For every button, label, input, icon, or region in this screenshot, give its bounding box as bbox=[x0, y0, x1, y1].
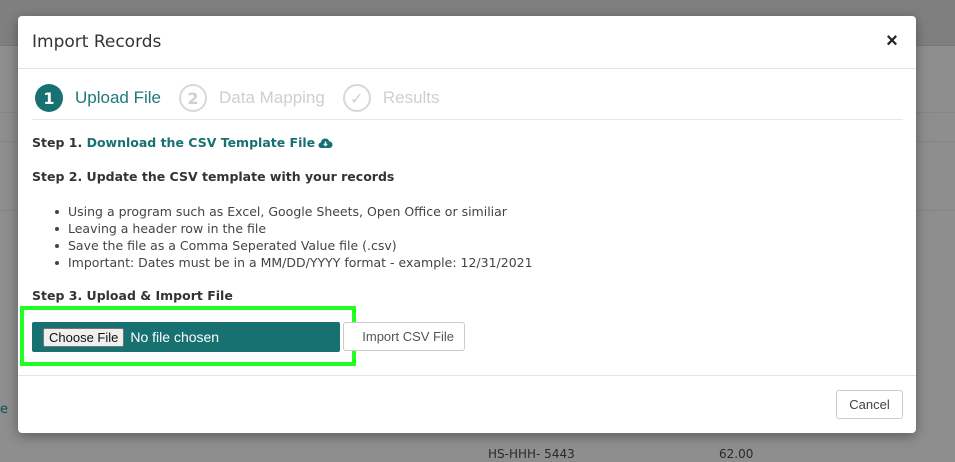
check-icon: ✓ bbox=[342, 84, 371, 112]
background-row-code: HS-HHH- 5443 bbox=[488, 447, 575, 461]
list-item: Leaving a header row in the file bbox=[55, 220, 533, 237]
step-label: Results bbox=[382, 88, 440, 107]
step-upload-file: 1 Upload File bbox=[35, 84, 161, 112]
step-number-badge: 1 bbox=[35, 84, 63, 112]
step2-heading: Step 2. Update the CSV template with you… bbox=[32, 169, 395, 184]
import-csv-button[interactable]: Import CSV File bbox=[343, 322, 465, 351]
modal-title: Import Records bbox=[32, 32, 162, 52]
file-status-text: No file chosen bbox=[130, 329, 220, 345]
cancel-button[interactable]: Cancel bbox=[836, 390, 903, 419]
step-number-badge: 2 bbox=[179, 84, 207, 112]
background-link[interactable]: e bbox=[0, 402, 8, 417]
step-indicator: 1 Upload File 2 Data Mapping ✓ Results bbox=[35, 84, 458, 112]
download-template-link[interactable]: Download the CSV Template File bbox=[87, 135, 334, 150]
step-label: Upload File bbox=[75, 88, 161, 107]
import-records-modal: Import Records × 1 Upload File 2 Data Ma… bbox=[18, 16, 916, 433]
step-label: Data Mapping bbox=[219, 88, 325, 107]
file-input[interactable]: Choose File No file chosen bbox=[32, 322, 340, 352]
background-row-amount: 62.00 bbox=[719, 447, 754, 461]
step3-heading: Step 3. Upload & Import File bbox=[32, 288, 233, 303]
step1-prefix: Step 1. bbox=[32, 135, 87, 150]
step-data-mapping: 2 Data Mapping bbox=[179, 84, 325, 112]
choose-file-button[interactable]: Choose File bbox=[43, 327, 125, 347]
step-results: ✓ Results bbox=[342, 84, 440, 112]
list-item: Important: Dates must be in a MM/DD/YYYY… bbox=[55, 255, 533, 270]
close-button[interactable]: × bbox=[882, 29, 902, 53]
list-item: Using a program such as Excel, Google Sh… bbox=[55, 203, 533, 220]
cloud-download-icon bbox=[318, 137, 333, 152]
download-link-text: Download the CSV Template File bbox=[86, 135, 316, 150]
footer-divider bbox=[18, 375, 916, 376]
list-item: Save the file as a Comma Seperated Value… bbox=[55, 237, 533, 254]
steps-divider bbox=[32, 119, 903, 120]
step1-heading: Step 1. Download the CSV Template File bbox=[32, 135, 333, 152]
instructions-list: Using a program such as Excel, Google Sh… bbox=[55, 203, 533, 271]
modal-header: Import Records × bbox=[18, 16, 916, 69]
